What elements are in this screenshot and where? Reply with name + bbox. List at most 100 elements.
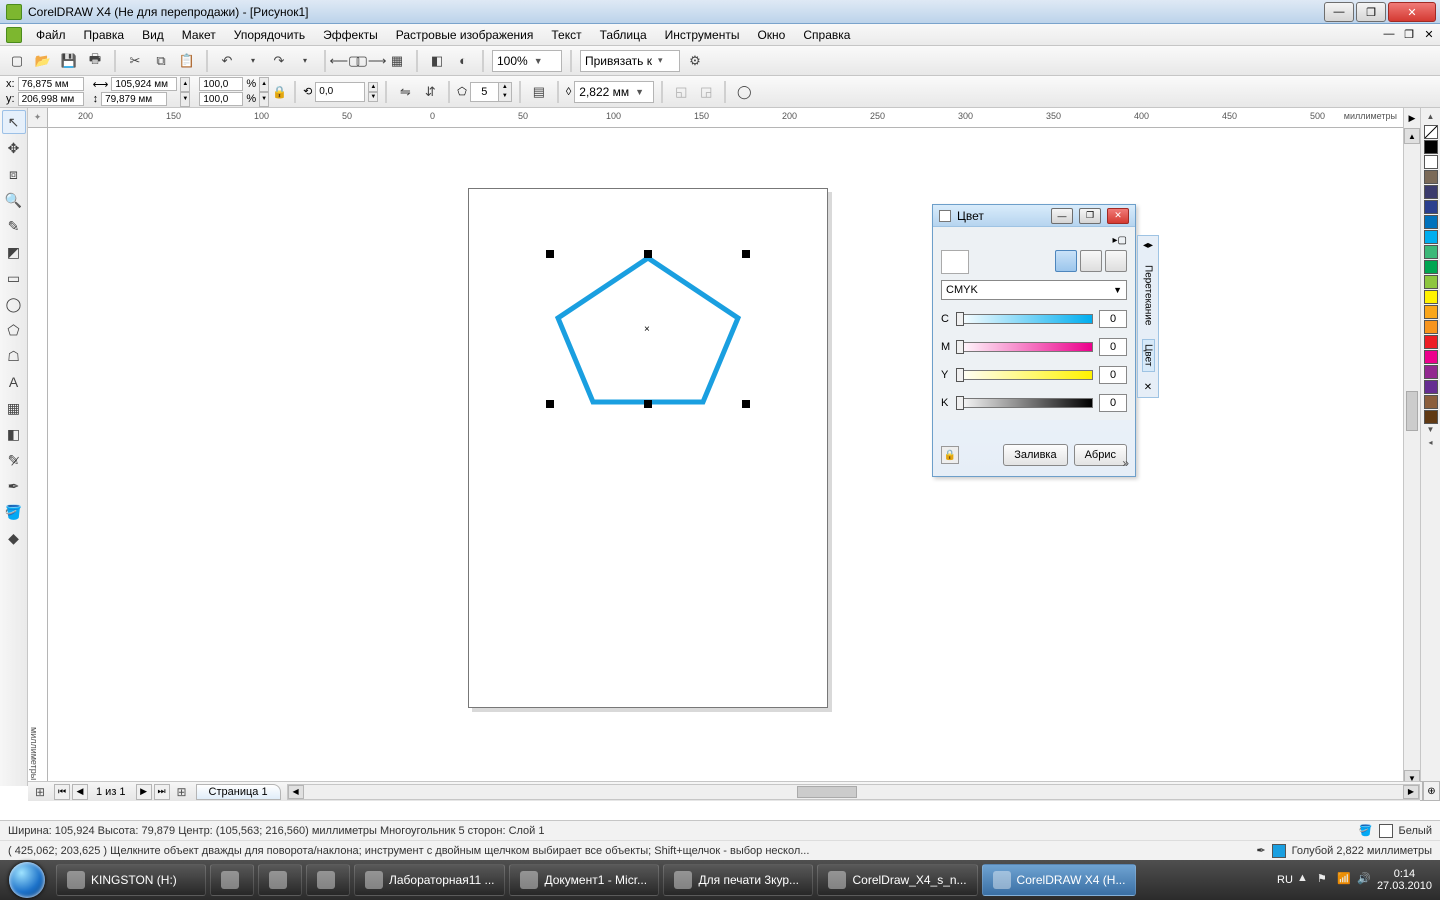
menu-file[interactable]: Файл	[28, 26, 74, 44]
eyedropper-tool[interactable]: ✎̷	[2, 448, 26, 472]
scale-x-input[interactable]: 100,0	[199, 77, 243, 91]
palette-swatch[interactable]	[1424, 365, 1438, 379]
polygon-tool[interactable]: ⬠	[2, 318, 26, 342]
scale-y-input[interactable]: 100,0	[199, 92, 243, 106]
mdi-restore-button[interactable]: ❐	[1402, 27, 1416, 41]
palette-swatch[interactable]	[1424, 335, 1438, 349]
palette-swatch[interactable]	[1424, 155, 1438, 169]
menu-help[interactable]: Справка	[795, 26, 858, 44]
options-button[interactable]: ⚙	[684, 50, 706, 72]
outline-apply-button[interactable]: Абрис	[1074, 444, 1127, 466]
table-tool[interactable]: ▦	[2, 396, 26, 420]
color-palettes-mode-button[interactable]	[1105, 250, 1127, 272]
copy-button[interactable]: ⧉	[150, 50, 172, 72]
rotation-spinner[interactable]: ▲▼	[368, 82, 378, 102]
print-button[interactable]: 🖶	[84, 50, 106, 72]
redo-dropdown-icon[interactable]: ▾	[294, 50, 316, 72]
color-well[interactable]	[941, 250, 969, 274]
publish-pdf-button[interactable]: ▦	[386, 50, 408, 72]
docker-tab-blend[interactable]: Перетекание	[1143, 261, 1154, 329]
tray-volume-icon[interactable]: 🔊	[1357, 872, 1373, 888]
undo-dropdown-icon[interactable]: ▾	[242, 50, 264, 72]
palette-swatch[interactable]	[1424, 305, 1438, 319]
menu-layout[interactable]: Макет	[174, 26, 224, 44]
palette-swatch[interactable]	[1424, 395, 1438, 409]
width-input[interactable]: 105,924 мм	[111, 77, 177, 91]
selection-handle-nw[interactable]	[546, 250, 554, 258]
selection-handle-n[interactable]	[644, 250, 652, 258]
channel-value-input[interactable]: 0	[1099, 394, 1127, 412]
cut-button[interactable]: ✂	[124, 50, 146, 72]
redo-button[interactable]: ↷	[268, 50, 290, 72]
palette-swatch[interactable]	[1424, 125, 1438, 139]
palette-swatch[interactable]	[1424, 185, 1438, 199]
y-input[interactable]: 206,998 мм	[18, 92, 84, 106]
last-page-button[interactable]: ⏭	[154, 784, 170, 800]
page-tab[interactable]: Страница 1	[196, 784, 281, 800]
mdi-close-button[interactable]: ✕	[1422, 27, 1436, 41]
color-sliders-mode-button[interactable]	[1055, 250, 1077, 272]
paste-button[interactable]: 📋	[176, 50, 198, 72]
mirror-v-button[interactable]: ⇵	[419, 81, 441, 103]
palette-swatch[interactable]	[1424, 410, 1438, 424]
palette-swatch[interactable]	[1424, 140, 1438, 154]
clock[interactable]: 0:14 27.03.2010	[1377, 868, 1432, 892]
pick-tool[interactable]: ↖	[2, 110, 26, 134]
tray-action-center-icon[interactable]: ⚑	[1317, 872, 1333, 888]
document-icon[interactable]	[6, 27, 22, 43]
add-page-before-button[interactable]: ⊞	[32, 784, 48, 800]
channel-value-input[interactable]: 0	[1099, 310, 1127, 328]
palette-swatch[interactable]	[1424, 260, 1438, 274]
docker-tab-close-icon[interactable]: ✕	[1144, 382, 1152, 393]
channel-slider[interactable]	[957, 342, 1093, 352]
palette-expand-icon[interactable]: ◂	[1428, 438, 1432, 450]
selection-center-marker[interactable]: ×	[644, 324, 650, 335]
menu-tools[interactable]: Инструменты	[657, 26, 748, 44]
add-page-after-button[interactable]: ⊞	[174, 784, 190, 800]
interactive-blend-tool[interactable]: ◧	[2, 422, 26, 446]
palette-swatch[interactable]	[1424, 290, 1438, 304]
sides-input[interactable]: 5▲▼	[470, 82, 512, 102]
docker-titlebar[interactable]: Цвет — ❐ ✕	[933, 205, 1135, 227]
docker-expand-icon[interactable]: »	[1122, 456, 1129, 470]
ellipse-tool[interactable]: ◯	[2, 292, 26, 316]
export-button[interactable]: ▢⟶	[360, 50, 382, 72]
taskbar-item[interactable]: CorelDraw_X4_s_n...	[817, 864, 977, 896]
fill-tool[interactable]: 🪣	[2, 500, 26, 524]
vertical-scrollbar[interactable]: ▲ ▼	[1403, 128, 1420, 786]
zoom-in-icon[interactable]: ⊕	[1423, 781, 1440, 801]
menu-window[interactable]: Окно	[749, 26, 793, 44]
taskbar-item[interactable]: Для печати 3кур...	[663, 864, 813, 896]
to-back-button[interactable]: ◲	[695, 81, 717, 103]
import-button[interactable]: ⟵▢	[334, 50, 356, 72]
docker-close-button[interactable]: ✕	[1107, 208, 1129, 224]
ruler-horizontal[interactable]: миллиметры 20015010050050100150200250300…	[48, 108, 1403, 128]
menu-edit[interactable]: Правка	[76, 26, 133, 44]
docker-tab-color[interactable]: Цвет	[1142, 339, 1155, 371]
palette-swatch[interactable]	[1424, 320, 1438, 334]
window-maximize-button[interactable]: ❐	[1356, 2, 1386, 22]
channel-slider[interactable]	[957, 370, 1093, 380]
interactive-fill-tool[interactable]: ◆	[2, 526, 26, 550]
mdi-minimize-button[interactable]: —	[1382, 27, 1396, 41]
height-input[interactable]: 79,879 мм	[101, 92, 167, 106]
docker-minimize-button[interactable]: —	[1051, 208, 1073, 224]
undo-button[interactable]: ↶	[216, 50, 238, 72]
new-button[interactable]: ▢	[6, 50, 28, 72]
channel-value-input[interactable]: 0	[1099, 366, 1127, 384]
selection-handle-sw[interactable]	[546, 400, 554, 408]
channel-value-input[interactable]: 0	[1099, 338, 1127, 356]
lock-ratio-icon[interactable]: 🔒	[272, 85, 287, 99]
palette-swatch[interactable]	[1424, 215, 1438, 229]
fill-apply-button[interactable]: Заливка	[1003, 444, 1067, 466]
outline-swatch[interactable]	[1272, 844, 1286, 858]
to-front-button[interactable]: ◱	[670, 81, 692, 103]
save-button[interactable]: 💾	[58, 50, 80, 72]
window-close-button[interactable]: ✕	[1388, 2, 1436, 22]
x-input[interactable]: 76,875 мм	[18, 77, 84, 91]
shape-tool[interactable]: ✥	[2, 136, 26, 160]
rotation-input[interactable]: 0,0	[315, 82, 365, 102]
selection-handle-ne[interactable]	[742, 250, 750, 258]
selection-handle-se[interactable]	[742, 400, 750, 408]
lock-color-icon[interactable]: 🔒	[941, 446, 959, 464]
